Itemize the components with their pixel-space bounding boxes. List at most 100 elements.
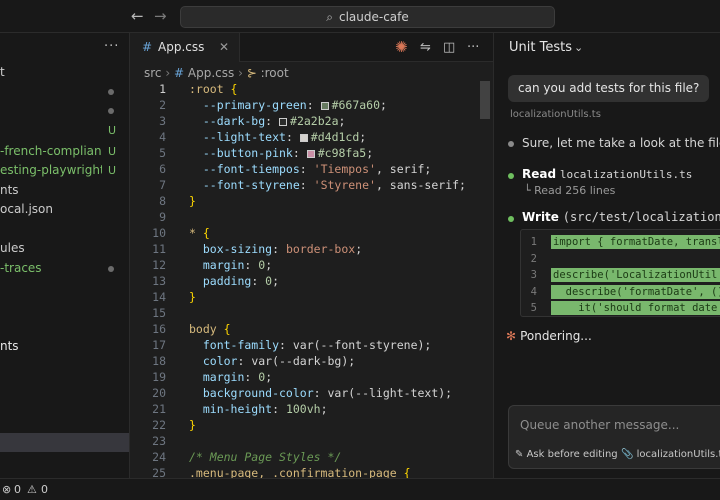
error-icon[interactable]: ⊗ [2,479,11,500]
file-tree-item[interactable]: ules [0,239,129,258]
code-token: body [189,322,224,336]
code-token: : [285,130,300,144]
code-token: : [306,98,321,112]
read-step[interactable]: Read localizationUtils.ts [522,167,692,181]
breadcrumb-symbol[interactable]: :root [261,66,289,80]
file-tree-item[interactable]: esting-playwright... U [0,161,129,180]
file-tree-item[interactable] [0,82,129,101]
warning-icon[interactable]: ⚠ [27,479,37,500]
line-number: 20 [152,386,166,400]
code-token: ; [380,98,387,112]
code-line: 16 body { [130,321,493,337]
code-line: 25 .menu-page, .confirmation-page { [130,465,493,478]
file-tree-item[interactable]: -traces [0,259,129,278]
code-text: /* Menu Page Styles */ [189,449,341,465]
line-number: 3 [159,114,166,128]
code-token: : [272,402,286,416]
file-tree-item[interactable] [0,278,129,297]
diff-added-text: describe('formatDate', () = [551,284,720,299]
attached-file[interactable]: localizationUtils.ts [510,109,601,120]
code-token: * [189,226,203,240]
code-token: } [189,194,196,208]
read-file: localizationUtils.ts [559,168,693,181]
back-arrow-icon[interactable]: ← [131,7,144,25]
line-number: 22 [152,418,166,432]
more-actions-icon[interactable]: ··· [104,39,119,54]
write-path: (src/test/localization. [562,210,720,224]
split-editor-icon[interactable]: ◫ [443,40,455,55]
line-number: 11 [152,242,166,256]
css-file-icon: # [173,66,185,80]
search-text: claude-cafe [338,10,409,24]
line-number: 10 [152,226,166,240]
code-line: 4 --light-text: #d4d1cd; [130,129,493,145]
code-token: } [189,418,196,432]
message-composer[interactable]: ✎ Ask before editing 📎 localizationUtils… [508,405,720,469]
explorer-sidebar: ··· t U -french-complian... Uesting-playwri… [0,33,130,478]
code-line: 13 padding: 0; [130,273,493,289]
file-tree-item[interactable]: nts [0,181,129,200]
tab-app-css[interactable]: # App.css ✕ [130,33,240,62]
git-status-badge: U [108,145,117,158]
line-number: 8 [159,194,166,208]
code-text: --light-text: #d4d1cd; [189,129,366,145]
diff-line-number: 2 [530,252,537,265]
code-token: background-color [189,386,314,400]
code-text: --primary-green: #667a60; [189,97,387,113]
breadcrumb-file[interactable]: App.css [188,66,234,80]
command-search-box[interactable]: ⌕ claude-cafe [180,6,555,28]
chat-title[interactable]: Unit Tests [509,40,572,55]
code-token: margin [189,370,245,384]
code-token: : var(--dark-bg); [237,354,356,368]
file-tree-item[interactable] [0,298,129,317]
step-dot-icon [508,141,514,147]
editor-scrollbar[interactable] [480,81,490,119]
breadcrumb-folder[interactable]: src [144,66,162,80]
line-number: 15 [152,306,166,320]
claude-sparkle-icon[interactable]: ✺ [395,38,408,56]
code-line: 17 font-family: var(--font-styrene); [130,337,493,353]
forward-arrow-icon[interactable]: → [154,7,167,25]
close-icon[interactable]: ✕ [219,33,229,62]
message-input[interactable] [509,414,720,436]
file-tree-item[interactable] [0,317,129,336]
code-token: .menu-page, .confirmation-page [189,466,404,478]
diff-line: 2 [521,251,720,267]
code-token: box-sizing [189,242,273,256]
file-tree-item[interactable]: U [0,121,129,140]
breadcrumb: src › # App.css › ⊱ :root [144,66,289,80]
file-tree-label: esting-playwright... [0,163,102,177]
diff-added-text: describe('LocalizationUtil', [551,268,720,282]
file-tree-label: ules [0,241,25,255]
code-line: 18 color: var(--dark-bg); [130,353,493,369]
file-tree-item[interactable] [0,220,129,239]
file-tree-item[interactable]: -french-complian... U [0,142,129,161]
code-line: 24 /* Menu Page Styles */ [130,449,493,465]
code-text: --dark-bg: #2a2b2a; [189,113,346,129]
code-token: #c98fa5 [317,146,367,160]
code-token: : [244,370,259,384]
file-tree-item[interactable] [0,101,129,120]
css-file-icon: # [142,40,153,54]
ask-before-editing-toggle[interactable]: ✎ Ask before editing [515,449,618,460]
file-tree-item[interactable]: t [0,63,129,82]
line-number: 6 [159,162,166,176]
more-actions-icon[interactable]: ··· [467,40,479,55]
code-line: 9 [130,209,493,225]
code-token: : var(--light-text); [313,386,453,400]
context-file-chip[interactable]: 📎 localizationUtils.ts [621,449,720,460]
file-tree-item[interactable]: nts [0,337,129,356]
code-token: ; [338,114,346,128]
code-line: 6 --font-tiempos: 'Tiempos', serif; [130,161,493,177]
code-token: { [403,466,411,478]
chevron-down-icon[interactable]: ⌄ [574,41,583,54]
file-tree-item[interactable]: ocal.json [0,200,129,219]
editor-pane: # App.css ✕ ✺ ⇋ ◫ ··· src › # App.css › … [130,33,493,478]
editor-tab-bar: # App.css ✕ ✺ ⇋ ◫ ··· [130,33,493,62]
diff-line-number: 3 [530,269,537,281]
write-diff-preview[interactable]: 1 import { formatDate, translat 2 3 describe… [520,229,720,317]
compare-changes-icon[interactable]: ⇋ [420,40,431,55]
ask-before-editing-label: Ask before editing [526,449,618,460]
code-token: padding [189,274,252,288]
write-step[interactable]: Write (src/test/localization. [522,210,720,224]
